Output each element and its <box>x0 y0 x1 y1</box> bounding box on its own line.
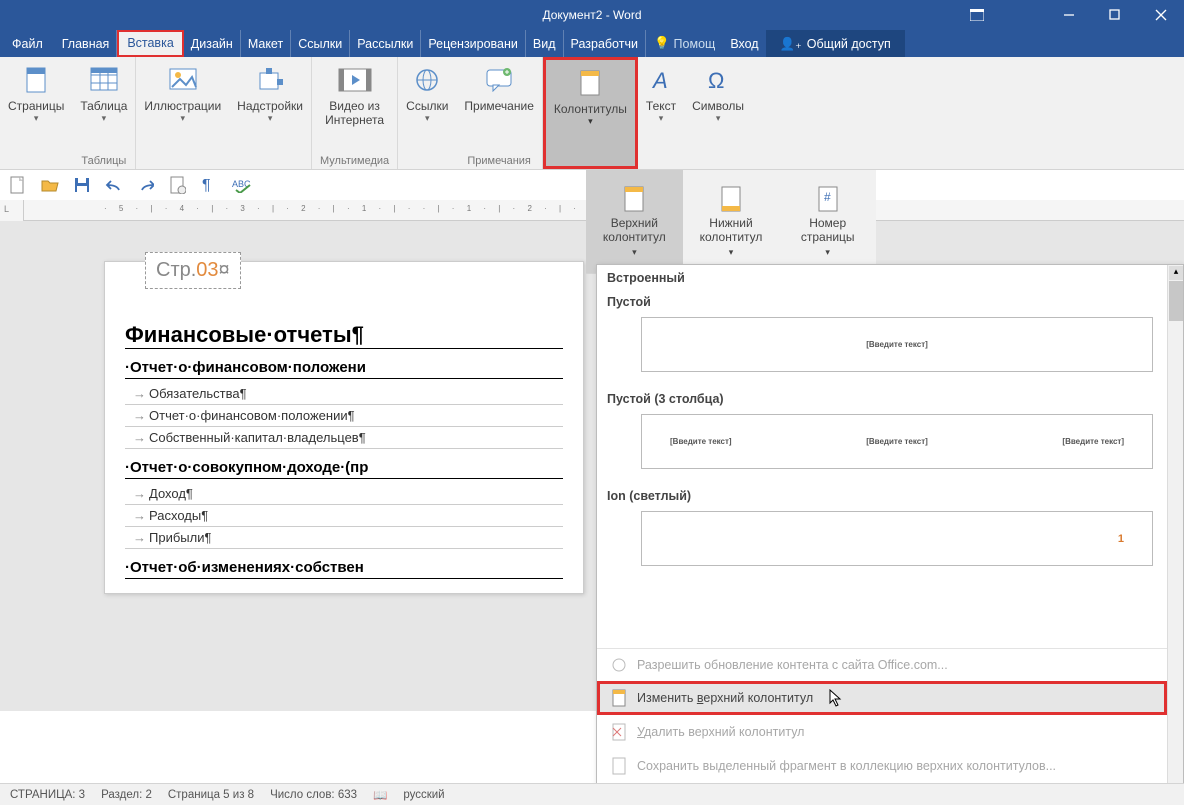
new-doc-icon[interactable] <box>8 175 28 195</box>
video-icon <box>338 67 372 93</box>
gallery-thumb-ion-light[interactable]: 1 <box>641 511 1153 566</box>
symbols-group[interactable]: Ω Символы ▾ <box>684 57 752 169</box>
ruler-corner: L <box>0 200 24 221</box>
comment-group[interactable]: Примечание Примечания <box>456 57 542 169</box>
spelling-icon[interactable]: ABC <box>232 175 252 195</box>
gallery-item-blank[interactable]: Пустой <box>597 289 1183 313</box>
list-item: Прибыли¶ <box>125 527 563 549</box>
sign-in[interactable]: Вход <box>723 30 765 57</box>
globe-icon <box>611 657 627 673</box>
remove-header-icon <box>611 723 627 741</box>
ribbon: Страницы ▾ Таблица ▾ Таблицы Иллюстрации… <box>0 57 1184 170</box>
gallery-item-blank3[interactable]: Пустой (3 столбца) <box>597 386 1183 410</box>
maximize-button[interactable] <box>1092 0 1138 30</box>
gallery-thumb-blank[interactable]: [Введите текст] <box>641 317 1153 372</box>
links-icon <box>414 67 440 93</box>
list-item: Отчет·о·финансовом·положении¶ <box>125 405 563 427</box>
header-content[interactable]: Стр.03¤ <box>145 252 241 289</box>
edit-header-icon <box>611 689 627 707</box>
tab-design[interactable]: Дизайн <box>184 30 241 57</box>
header-footer-group[interactable]: Колонтитулы ▾ <box>543 57 638 169</box>
edit-header[interactable]: Изменить верхний колонтитул <box>597 681 1167 715</box>
tab-review[interactable]: Рецензировани <box>421 30 526 57</box>
enable-office-updates[interactable]: Разрешить обновление контента с сайта Of… <box>597 649 1167 681</box>
comment-icon <box>485 67 513 93</box>
page-setup-icon[interactable] <box>168 175 188 195</box>
svg-text:A: A <box>651 68 668 92</box>
tab-insert[interactable]: Вставка <box>117 30 183 57</box>
paragraph-marks-icon[interactable]: ¶ <box>200 175 220 195</box>
footer-icon <box>719 185 743 213</box>
svg-text:#: # <box>824 190 831 204</box>
header-gallery: ▴ Встроенный Пустой [Введите текст] Пуст… <box>596 264 1184 784</box>
minimize-button[interactable] <box>1046 0 1092 30</box>
list-item: Обязательства¶ <box>125 383 563 405</box>
status-page-of[interactable]: Страница 5 из 8 <box>168 789 254 801</box>
status-section[interactable]: Раздел: 2 <box>101 789 152 801</box>
document-title: Документ2 - Word <box>542 8 641 22</box>
gallery-scrollbar[interactable]: ▴ <box>1167 265 1183 783</box>
status-page[interactable]: СТРАНИЦА: 3 <box>10 789 85 801</box>
svg-text:¶: ¶ <box>202 177 211 194</box>
cursor-icon <box>829 689 843 707</box>
pages-group[interactable]: Страницы ▾ <box>0 57 72 169</box>
save-gallery-icon <box>611 757 627 775</box>
text-icon: A <box>649 67 673 93</box>
header-dropdown[interactable]: Верхний колонтитул▾ <box>586 170 683 273</box>
heading-2: ·Отчет·о·финансовом·положени <box>125 359 563 379</box>
heading-2: ·Отчет·об·изменениях·собствен <box>125 559 563 579</box>
pages-icon <box>24 67 48 93</box>
status-word-count[interactable]: Число слов: 633 <box>270 789 357 801</box>
text-group[interactable]: A Текст ▾ <box>638 57 684 169</box>
svg-text:Ω: Ω <box>708 68 724 92</box>
header-footer-split-panel: Верхний колонтитул▾ Нижний колонтитул▾ #… <box>586 170 876 274</box>
close-button[interactable] <box>1138 0 1184 30</box>
gallery-item-ion-light[interactable]: Ion (светлый) <box>597 483 1183 507</box>
links-group[interactable]: Ссылки ▾ <box>398 57 456 169</box>
heading-1: Финансовые·отчеты¶ <box>125 322 563 349</box>
header-footer-icon <box>578 70 602 96</box>
proofing-icon[interactable]: 📖 <box>373 788 387 802</box>
list-item: Расходы¶ <box>125 505 563 527</box>
vertical-ruler[interactable] <box>0 221 24 711</box>
table-icon <box>90 67 118 93</box>
status-bar: СТРАНИЦА: 3 Раздел: 2 Страница 5 из 8 Чи… <box>0 783 1184 805</box>
save-selection-to-gallery[interactable]: Сохранить выделенный фрагмент в коллекци… <box>597 749 1167 783</box>
redo-icon[interactable] <box>136 175 156 195</box>
page: Стр.03¤ Финансовые·отчеты¶ ·Отчет·о·фина… <box>104 261 584 594</box>
tab-view[interactable]: Вид <box>526 30 564 57</box>
tab-mailings[interactable]: Рассылки <box>350 30 421 57</box>
tab-file[interactable]: Файл <box>0 30 55 57</box>
heading-2: ·Отчет·о·совокупном·доходе·(пр <box>125 459 563 479</box>
gallery-category: Встроенный <box>597 265 1183 289</box>
tab-developer[interactable]: Разработчи <box>564 30 646 57</box>
ribbon-tabs: Файл Главная Вставка Дизайн Макет Ссылки… <box>0 30 1184 57</box>
symbols-icon: Ω <box>706 67 730 93</box>
title-bar: Документ2 - Word <box>0 0 1184 30</box>
tab-home[interactable]: Главная <box>55 30 118 57</box>
list-item: Собственный·капитал·владельцев¶ <box>125 427 563 449</box>
save-icon[interactable] <box>72 175 92 195</box>
illustrations-icon <box>168 67 198 93</box>
page-number-dropdown[interactable]: # Номер страницы▾ <box>779 170 876 273</box>
addins-icon <box>257 67 283 93</box>
open-icon[interactable] <box>40 175 60 195</box>
tab-layout[interactable]: Макет <box>241 30 291 57</box>
remove-header[interactable]: Удалить верхний колонтитул <box>597 715 1167 749</box>
tell-me[interactable]: 💡Помощ <box>646 36 723 51</box>
undo-icon[interactable] <box>104 175 124 195</box>
footer-dropdown[interactable]: Нижний колонтитул▾ <box>683 170 780 273</box>
addins-group[interactable]: Надстройки ▾ <box>229 57 312 169</box>
list-item: Доход¶ <box>125 483 563 505</box>
ribbon-display-options[interactable] <box>954 0 1000 30</box>
tab-references[interactable]: Ссылки <box>291 30 350 57</box>
illustrations-group[interactable]: Иллюстрации ▾ <box>136 57 229 169</box>
table-group[interactable]: Таблица ▾ Таблицы <box>72 57 136 169</box>
gallery-thumb-blank3[interactable]: [Введите текст][Введите текст][Введите т… <box>641 414 1153 469</box>
video-group[interactable]: Видео из Интернета Мультимедиа <box>312 57 398 169</box>
status-language[interactable]: русский <box>403 789 444 801</box>
page-number-icon: # <box>816 185 840 213</box>
share-button[interactable]: 👤₊Общий доступ <box>766 30 905 57</box>
header-icon <box>622 185 646 213</box>
